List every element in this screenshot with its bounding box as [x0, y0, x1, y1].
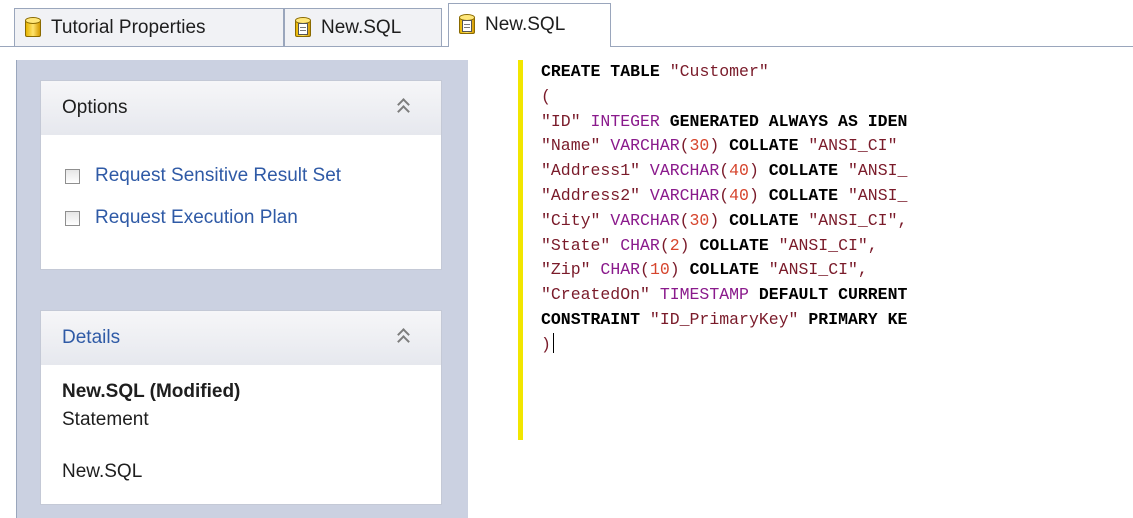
code-token: )	[709, 136, 730, 156]
code-line[interactable]: "City" VARCHAR(30) COLLATE "ANSI_CI",	[541, 209, 907, 234]
details-item-type: Statement	[62, 409, 149, 430]
code-token: CONSTRAINT	[541, 309, 650, 329]
properties-side-panel: Options Request Sensitive Result Set Req…	[16, 60, 468, 518]
database-icon	[25, 16, 41, 39]
code-token: TIMESTAMP	[659, 285, 759, 305]
option-request-sensitive-result-set[interactable]: Request Sensitive Result Set	[65, 165, 341, 187]
code-token: (	[719, 185, 730, 205]
panel-border	[16, 60, 17, 518]
sql-document-icon	[459, 14, 475, 36]
code-token: VARCHAR	[649, 185, 720, 205]
tab-label: New.SQL	[321, 16, 402, 38]
code-token: "ANSI_	[847, 161, 908, 181]
details-item-name: New.SQL (Modified)	[62, 381, 241, 402]
code-line[interactable]: "Zip" CHAR(10) COLLATE "ANSI_CI",	[541, 258, 907, 283]
code-line[interactable]: "Address2" VARCHAR(40) COLLATE "ANSI_	[541, 184, 907, 209]
code-token: "Customer"	[669, 62, 769, 81]
code-token: )	[679, 235, 700, 255]
tab-label: New.SQL	[485, 14, 566, 35]
code-token: CHAR	[620, 235, 660, 255]
code-token: )	[669, 260, 690, 280]
code-line[interactable]: CREATE TABLE "Customer"	[541, 60, 907, 85]
code-token: 30	[689, 210, 710, 230]
code-line[interactable]: "Address1" VARCHAR(40) COLLATE "ANSI_	[541, 159, 907, 184]
code-token: "Zip"	[541, 260, 601, 280]
code-line[interactable]: (	[541, 85, 907, 110]
code-token: COLLATE	[699, 235, 779, 255]
code-token: "Address1"	[541, 161, 650, 181]
option-label[interactable]: Request Execution Plan	[95, 207, 298, 229]
code-token: VARCHAR	[649, 161, 720, 181]
code-token: CHAR	[600, 260, 641, 280]
checkbox[interactable]	[65, 168, 80, 184]
document-tab-strip: Tutorial Properties New.SQL New.SQL	[0, 0, 1133, 47]
tab-label: Tutorial Properties	[51, 16, 206, 38]
code-line[interactable]: )	[541, 332, 907, 358]
code-token: (	[719, 161, 730, 181]
modified-lines-indicator	[518, 60, 523, 440]
details-item-file: New.SQL	[62, 461, 143, 482]
code-token: 40	[729, 185, 749, 205]
sql-code-text[interactable]: CREATE TABLE "Customer"("ID" INTEGER GEN…	[541, 60, 907, 358]
code-token: )	[748, 185, 769, 205]
code-line[interactable]: CONSTRAINT "ID_PrimaryKey" PRIMARY KE	[541, 308, 907, 333]
code-line[interactable]: "State" CHAR(2) COLLATE "ANSI_CI",	[541, 234, 907, 259]
code-token: INTEGER	[590, 111, 670, 131]
code-token: (	[679, 210, 690, 230]
options-title: Options	[62, 97, 128, 118]
code-line[interactable]: "CreatedOn" TIMESTAMP DEFAULT CURRENT	[541, 283, 907, 308]
code-token: 2	[669, 235, 680, 255]
option-label[interactable]: Request Sensitive Result Set	[95, 165, 341, 187]
code-token: (	[679, 136, 690, 156]
options-group-header[interactable]: Options	[41, 81, 441, 135]
code-token: VARCHAR	[610, 210, 680, 230]
code-token: COLLATE	[729, 210, 809, 230]
code-token: PRIMARY KE	[808, 309, 908, 329]
code-token: "City"	[541, 210, 611, 230]
code-token: COLLATE	[729, 136, 809, 156]
code-token: "Name"	[541, 136, 611, 156]
code-line[interactable]: "Name" VARCHAR(30) COLLATE "ANSI_CI"	[541, 134, 907, 159]
details-group: Details New.SQL (Modified) Statement New…	[40, 310, 442, 505]
code-token: GENERATED ALWAYS AS IDEN	[669, 111, 908, 131]
code-token: 30	[689, 136, 710, 156]
options-group: Options Request Sensitive Result Set Req…	[40, 80, 442, 270]
code-token: "State"	[541, 235, 621, 255]
code-token: )	[748, 161, 769, 181]
code-token: "Address2"	[541, 185, 650, 205]
code-token: 10	[649, 260, 670, 280]
code-token: "ANSI_	[847, 185, 908, 205]
code-line[interactable]: "ID" INTEGER GENERATED ALWAYS AS IDEN	[541, 110, 907, 135]
code-token: (	[640, 260, 650, 280]
code-token: 40	[729, 161, 749, 181]
tab-new-sql-1[interactable]: New.SQL	[284, 8, 442, 46]
code-token: )	[541, 334, 551, 354]
details-title: Details	[62, 327, 121, 348]
code-token: "ID_PrimaryKey"	[649, 309, 809, 329]
code-token: "ANSI_CI",	[768, 260, 868, 280]
option-request-execution-plan[interactable]: Request Execution Plan	[65, 207, 298, 229]
checkbox[interactable]	[65, 210, 80, 226]
code-token: "CreatedOn"	[541, 285, 660, 305]
tab-new-sql-2[interactable]: New.SQL	[448, 3, 611, 47]
code-token: "ID"	[541, 111, 591, 131]
code-token: CREATE TABLE	[541, 62, 670, 81]
collapse-chevron-icon[interactable]	[397, 327, 411, 348]
code-token: (	[659, 235, 670, 255]
sql-document-icon	[295, 16, 311, 39]
code-token: "ANSI_CI"	[808, 136, 898, 156]
code-token: COLLATE	[768, 161, 848, 181]
text-caret	[552, 332, 554, 353]
code-token: COLLATE	[768, 185, 848, 205]
code-token: "ANSI_CI",	[778, 235, 878, 255]
code-token: (	[541, 86, 551, 106]
code-token: VARCHAR	[610, 136, 680, 156]
code-token: DEFAULT CURRENT	[758, 285, 908, 305]
details-group-header[interactable]: Details	[41, 311, 441, 365]
collapse-chevron-icon[interactable]	[397, 97, 411, 118]
code-token: "ANSI_CI",	[808, 210, 908, 230]
code-token: )	[709, 210, 730, 230]
code-token: COLLATE	[689, 260, 769, 280]
tab-tutorial-properties[interactable]: Tutorial Properties	[14, 8, 284, 46]
